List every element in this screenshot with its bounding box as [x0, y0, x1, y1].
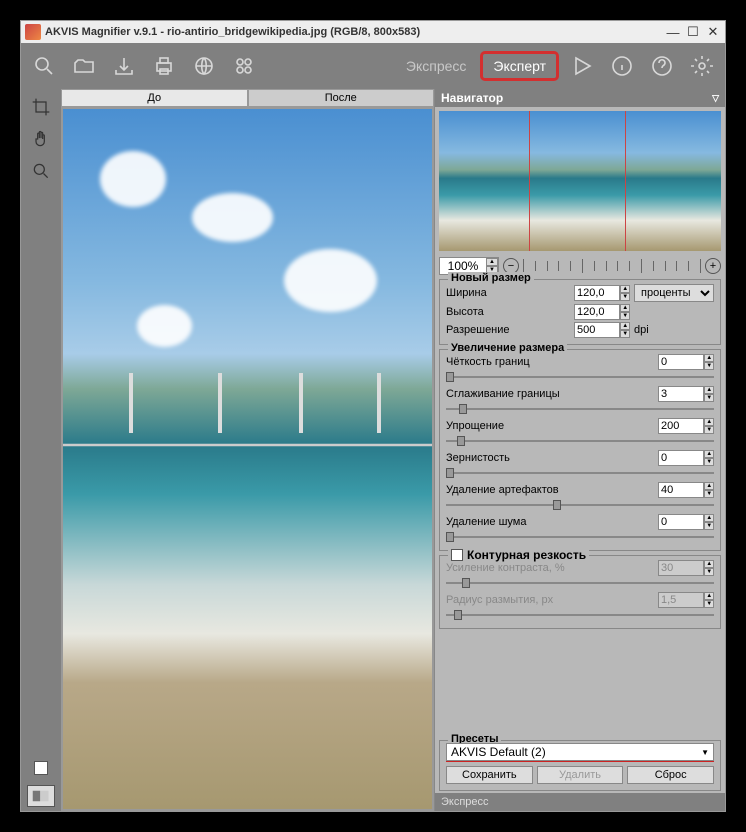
radius-label: Радиус размытия, px: [446, 594, 654, 606]
preview-image: [63, 109, 432, 809]
compare-toggle-icon[interactable]: [27, 785, 55, 807]
simplify-slider[interactable]: [446, 436, 714, 446]
contrast-label: Усиление контраста, %: [446, 562, 654, 574]
tab-before[interactable]: До: [61, 89, 248, 107]
save-preset-button[interactable]: Сохранить: [446, 766, 533, 784]
reset-preset-button[interactable]: Сброс: [627, 766, 714, 784]
maximize-button[interactable]: ☐: [685, 24, 701, 40]
radius-slider: [446, 610, 714, 620]
workspace: До После: [21, 89, 725, 811]
edge-smooth-input[interactable]: ▲▼: [658, 386, 714, 402]
share-icon[interactable]: [187, 49, 221, 83]
titlebar: AKVIS Magnifier v.9.1 - rio-antirio_brid…: [21, 21, 725, 43]
footer-status: Экспресс: [435, 793, 725, 811]
artifact-input[interactable]: ▲▼: [658, 482, 714, 498]
enlarge-label: Увеличение размера: [448, 342, 567, 354]
noise-label: Удаление шума: [446, 516, 654, 528]
enlarge-group: Увеличение размера Чёткость границ▲▼ Сгл…: [439, 349, 721, 551]
resolution-label: Разрешение: [446, 324, 570, 336]
unsharp-checkbox[interactable]: [451, 549, 463, 561]
width-input[interactable]: ▲▼: [574, 285, 630, 301]
mode-expert[interactable]: Эксперт: [480, 51, 559, 81]
noise-slider[interactable]: [446, 532, 714, 542]
hand-tool-icon[interactable]: [26, 125, 56, 153]
edge-sharp-slider[interactable]: [446, 372, 714, 382]
navigator-title: Навигатор: [441, 91, 503, 105]
radius-input: ▲▼: [658, 592, 714, 608]
width-label: Ширина: [446, 287, 570, 299]
print-icon[interactable]: [147, 49, 181, 83]
simplify-label: Упрощение: [446, 420, 654, 432]
edge-sharp-label: Чёткость границ: [446, 356, 654, 368]
unsharp-label: Контурная резкость: [448, 548, 589, 562]
open-file-icon[interactable]: [67, 49, 101, 83]
height-input[interactable]: ▲▼: [574, 304, 630, 320]
zoom-up[interactable]: ▲: [486, 258, 498, 266]
settings-icon[interactable]: [685, 49, 719, 83]
info-icon[interactable]: [605, 49, 639, 83]
save-file-icon[interactable]: [107, 49, 141, 83]
noise-input[interactable]: ▲▼: [658, 514, 714, 530]
artifact-slider[interactable]: [446, 500, 714, 510]
simplify-input[interactable]: ▲▼: [658, 418, 714, 434]
image-canvas[interactable]: [61, 107, 434, 811]
mode-express[interactable]: Экспресс: [396, 54, 477, 78]
batch-icon[interactable]: [227, 49, 261, 83]
zoom-tool-icon[interactable]: [26, 157, 56, 185]
delete-preset-button[interactable]: Удалить: [537, 766, 624, 784]
canvas-area: До После: [61, 89, 435, 811]
crop-tool-icon[interactable]: [26, 93, 56, 121]
close-button[interactable]: ✕: [705, 24, 721, 40]
minimize-button[interactable]: —: [665, 24, 681, 40]
view-tabs: До После: [61, 89, 434, 107]
tab-after[interactable]: После: [248, 89, 435, 107]
resolution-input[interactable]: ▲▼: [574, 322, 630, 338]
edge-smooth-label: Сглаживание границы: [446, 388, 654, 400]
height-label: Высота: [446, 306, 570, 318]
navigator-header: Навигатор ▽: [435, 89, 725, 107]
main-toolbar: Экспресс Эксперт: [21, 43, 725, 89]
artifact-label: Удаление артефактов: [446, 484, 654, 496]
help-icon[interactable]: [645, 49, 679, 83]
window-title: AKVIS Magnifier v.9.1 - rio-antirio_brid…: [45, 26, 661, 38]
edge-sharp-input[interactable]: ▲▼: [658, 354, 714, 370]
magnifier-tool-icon[interactable]: [27, 49, 61, 83]
app-window: AKVIS Magnifier v.9.1 - rio-antirio_brid…: [20, 20, 726, 812]
grain-slider[interactable]: [446, 468, 714, 478]
zoom-in-icon[interactable]: +: [705, 258, 721, 274]
color-swatch[interactable]: [34, 761, 48, 775]
units-select[interactable]: проценты: [634, 284, 714, 302]
unsharp-group: Контурная резкость Усиление контраста, %…: [439, 555, 721, 629]
new-size-group: Новый размер Ширина ▲▼ проценты Высота ▲…: [439, 279, 721, 345]
zoom-slider[interactable]: [523, 258, 701, 274]
grain-label: Зернистость: [446, 452, 654, 464]
side-toolbar: [21, 89, 61, 811]
settings-panel: Навигатор ▽ 100% ▲▼ − + Новый р: [435, 89, 725, 811]
contrast-input: ▲▼: [658, 560, 714, 576]
presets-group: Пресеты AKVIS Default (2)▼ Сохранить Уда…: [439, 740, 721, 791]
dpi-label: dpi: [634, 324, 714, 336]
app-icon: [25, 24, 41, 40]
navigator-preview[interactable]: [439, 111, 721, 251]
edge-smooth-slider[interactable]: [446, 404, 714, 414]
collapse-icon[interactable]: ▽: [712, 93, 719, 104]
run-icon[interactable]: [565, 49, 599, 83]
new-size-label: Новый размер: [448, 272, 534, 284]
preset-select[interactable]: AKVIS Default (2)▼: [446, 743, 714, 761]
contrast-slider: [446, 578, 714, 588]
grain-input[interactable]: ▲▼: [658, 450, 714, 466]
